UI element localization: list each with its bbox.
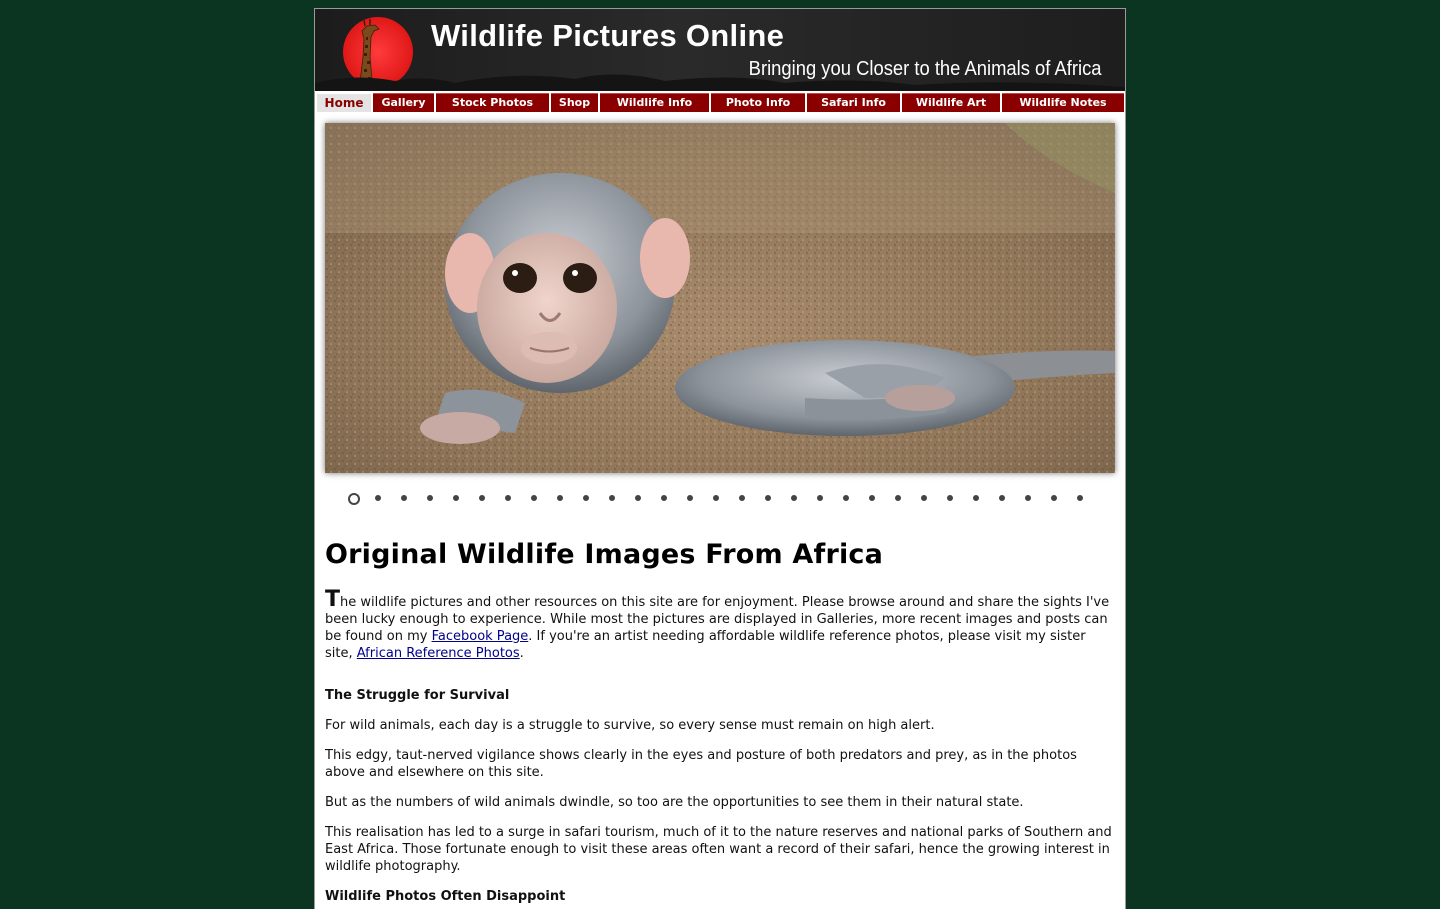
paragraph-1: For wild animals, each day is a struggle… bbox=[325, 718, 935, 733]
slide-dot-25[interactable] bbox=[973, 495, 979, 501]
header-banner[interactable]: Wildlife Pictures Online Bringing you Cl… bbox=[315, 9, 1125, 91]
slide-dot-26[interactable] bbox=[999, 495, 1005, 501]
slide-dot-7[interactable] bbox=[505, 495, 511, 501]
monkey-photo bbox=[325, 123, 1115, 473]
dropcap: T bbox=[325, 587, 341, 612]
slide-dot-22[interactable] bbox=[895, 495, 901, 501]
slide-dot-28[interactable] bbox=[1051, 495, 1057, 501]
nav-stock-photos[interactable]: Stock Photos bbox=[436, 93, 549, 112]
slideshow-pager bbox=[348, 492, 1088, 506]
slide-dot-19[interactable] bbox=[817, 495, 823, 501]
nav-home[interactable]: Home bbox=[317, 93, 371, 112]
slide-dot-29[interactable] bbox=[1077, 495, 1083, 501]
slide-dot-20[interactable] bbox=[843, 495, 849, 501]
paragraph-4: This realisation has led to a surge in s… bbox=[325, 825, 1112, 874]
slide-dot-17[interactable] bbox=[765, 495, 771, 501]
nav-wildlife-info[interactable]: Wildlife Info bbox=[600, 93, 709, 112]
slide-dot-21[interactable] bbox=[869, 495, 875, 501]
slide-dot-15[interactable] bbox=[713, 495, 719, 501]
slideshow-image[interactable] bbox=[325, 123, 1115, 473]
nav-safari-info[interactable]: Safari Info bbox=[807, 93, 900, 112]
slide-dot-8[interactable] bbox=[531, 495, 537, 501]
section-heading-struggle: The Struggle for Survival bbox=[325, 688, 510, 703]
slide-dot-3[interactable] bbox=[401, 495, 407, 501]
slide-dot-18[interactable] bbox=[791, 495, 797, 501]
page-title: Original Wildlife Images From Africa bbox=[325, 539, 884, 570]
slide-dot-24[interactable] bbox=[947, 495, 953, 501]
slide-dot-4[interactable] bbox=[427, 495, 433, 501]
slide-dot-23[interactable] bbox=[921, 495, 927, 501]
nav-wildlife-notes[interactable]: Wildlife Notes bbox=[1002, 93, 1124, 112]
main-content: Original Wildlife Images From Africa The… bbox=[325, 539, 1117, 904]
main-nav: Home Gallery Stock Photos Shop Wildlife … bbox=[317, 93, 1124, 112]
nav-photo-info[interactable]: Photo Info bbox=[711, 93, 805, 112]
african-reference-photos-link[interactable]: African Reference Photos bbox=[357, 646, 520, 661]
slide-dot-16[interactable] bbox=[739, 495, 745, 501]
site-title: Wildlife Pictures Online bbox=[431, 18, 785, 53]
slide-dot-2[interactable] bbox=[375, 495, 381, 501]
intro-text-3: . bbox=[519, 646, 524, 661]
nav-shop[interactable]: Shop bbox=[551, 93, 598, 112]
page-container: Wildlife Pictures Online Bringing you Cl… bbox=[314, 8, 1126, 909]
site-tagline: Bringing you Closer to the Animals of Af… bbox=[749, 58, 1102, 80]
slide-dot-6[interactable] bbox=[479, 495, 485, 501]
paragraph-2: This edgy, taut-nerved vigilance shows c… bbox=[325, 748, 1077, 780]
slide-dot-1[interactable] bbox=[348, 493, 360, 505]
nav-wildlife-art[interactable]: Wildlife Art bbox=[902, 93, 1000, 112]
slide-dot-11[interactable] bbox=[609, 495, 615, 501]
nav-gallery[interactable]: Gallery bbox=[373, 93, 434, 112]
paragraph-3: But as the numbers of wild animals dwind… bbox=[325, 795, 1024, 810]
section-heading-disappoint: Wildlife Photos Often Disappoint bbox=[325, 889, 566, 904]
slide-dot-13[interactable] bbox=[661, 495, 667, 501]
intro-paragraph: The wildlife pictures and other resource… bbox=[325, 589, 1117, 662]
slide-dot-5[interactable] bbox=[453, 495, 459, 501]
facebook-page-link[interactable]: Facebook Page bbox=[432, 629, 529, 644]
slide-dot-12[interactable] bbox=[635, 495, 641, 501]
slide-dot-27[interactable] bbox=[1025, 495, 1031, 501]
slide-dot-9[interactable] bbox=[557, 495, 563, 501]
slide-dot-14[interactable] bbox=[687, 495, 693, 501]
slide-dot-10[interactable] bbox=[583, 495, 589, 501]
